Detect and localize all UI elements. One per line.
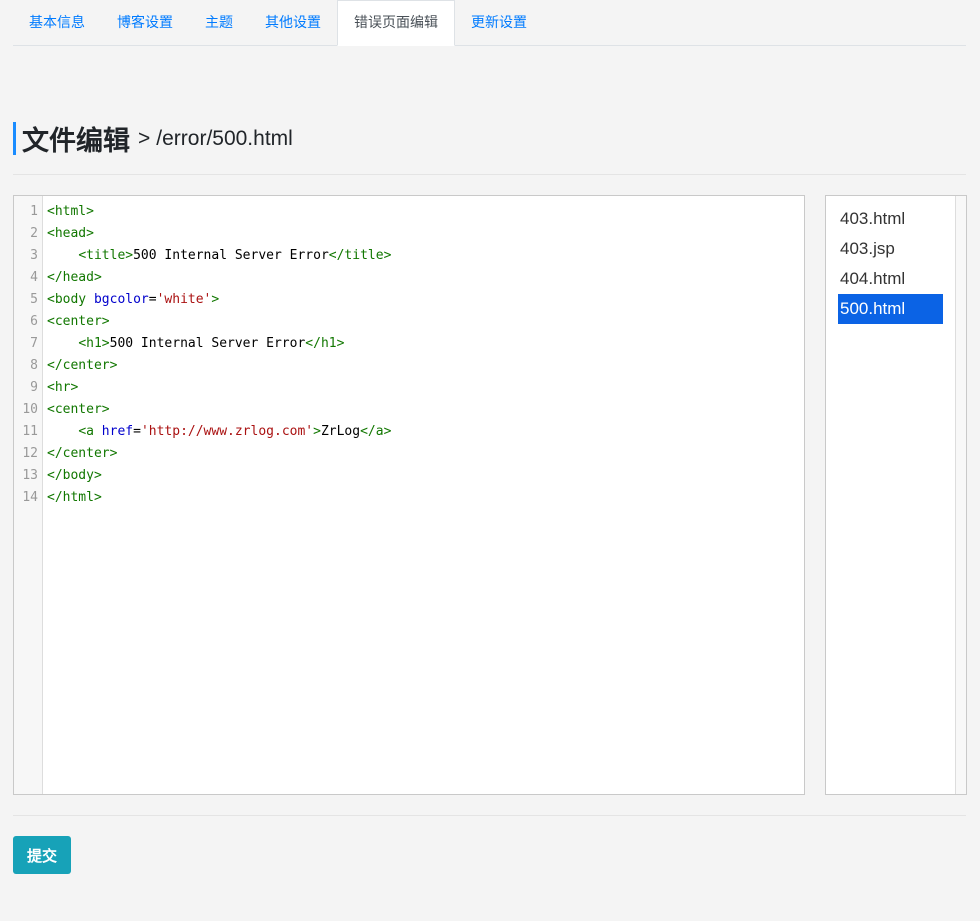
line-number: 5 (30, 292, 38, 307)
tab-theme[interactable]: 主题 (189, 1, 249, 45)
code-token: href (101, 424, 134, 439)
line-number: 2 (30, 226, 38, 241)
divider (13, 174, 966, 175)
line-number: 10 (22, 402, 38, 417)
file-item[interactable]: 403.jsp (838, 234, 943, 264)
code-token: bgcolor (93, 292, 149, 307)
code-token: </head> (47, 270, 102, 285)
code-line: </head> (47, 267, 804, 289)
file-item[interactable]: 403.html (838, 204, 943, 234)
code-token: </title> (328, 248, 392, 263)
path-separator: > (138, 126, 151, 150)
tab-blog-settings[interactable]: 博客设置 (101, 1, 189, 45)
tab-other-settings[interactable]: 其他设置 (249, 1, 337, 45)
code-line: <a href='http://www.zrlog.com'>ZrLog</a> (47, 421, 804, 443)
line-number: 7 (30, 336, 38, 351)
code-token: > (313, 424, 321, 439)
line-number: 6 (30, 314, 38, 329)
line-number: 13 (22, 468, 38, 483)
line-number: 1 (30, 204, 38, 219)
code-line: </center> (47, 355, 804, 377)
code-token: <head> (47, 226, 94, 241)
code-token: </html> (47, 490, 102, 505)
code-line: </body> (47, 465, 804, 487)
code-token: </h1> (305, 336, 345, 351)
code-area[interactable]: <html> <head> <title>500 Internal Server … (43, 196, 804, 794)
code-line: </html> (47, 487, 804, 509)
page-title: 文件编辑 > /error/500.html (13, 122, 293, 157)
code-token: 500 Internal Server Error (133, 248, 329, 263)
line-number: 3 (30, 248, 38, 263)
code-token: <a (78, 424, 102, 439)
code-line: <center> (47, 311, 804, 333)
divider (13, 815, 966, 816)
code-token: <h1> (78, 336, 110, 351)
file-list-scrollbar[interactable] (955, 196, 966, 794)
file-list: 403.html 403.jsp 404.html 500.html (825, 195, 967, 795)
code-token: </body> (47, 468, 102, 483)
code-token: <html> (47, 204, 94, 219)
file-path: /error/500.html (156, 126, 293, 150)
code-line: <h1>500 Internal Server Error</h1> (47, 333, 804, 355)
tab-basic-info[interactable]: 基本信息 (13, 1, 101, 45)
page-title-text: 文件编辑 (22, 126, 130, 157)
code-token: <title> (78, 248, 134, 263)
page: 基本信息 博客设置 主题 其他设置 错误页面编辑 更新设置 文件编辑 > /er… (0, 0, 980, 921)
code-token: > (211, 292, 220, 307)
code-token: </a> (360, 424, 392, 439)
code-line: <hr> (47, 377, 804, 399)
code-line: <title>500 Internal Server Error</title> (47, 245, 804, 267)
code-token: <hr> (47, 380, 79, 395)
code-line: <head> (47, 223, 804, 245)
file-item[interactable]: 500.html (838, 294, 943, 324)
code-token: = (148, 292, 157, 307)
code-token: <body (47, 292, 94, 307)
code-line: </center> (47, 443, 804, 465)
line-number: 8 (30, 358, 38, 373)
tab-bar: 基本信息 博客设置 主题 其他设置 错误页面编辑 更新设置 (13, 0, 966, 46)
code-editor[interactable]: 1 2 3 4 5 6 7 8 9 10 11 12 13 14 <html> <head> <title>… (13, 195, 805, 795)
code-token: <center> (47, 314, 110, 329)
tab-update-settings[interactable]: 更新设置 (455, 1, 543, 45)
code-line: <body bgcolor='white'> (47, 289, 804, 311)
code-token: </center> (47, 358, 118, 373)
line-number: 9 (30, 380, 38, 395)
line-number: 4 (30, 270, 38, 285)
line-number: 14 (22, 490, 38, 505)
submit-button[interactable]: 提交 (13, 836, 71, 874)
code-token: ZrLog (320, 424, 361, 439)
line-number-gutter: 1 2 3 4 5 6 7 8 9 10 11 12 13 14 (14, 196, 43, 794)
code-token: 500 Internal Server Error (109, 336, 306, 351)
code-token: 'http://www.zrlog.com' (140, 424, 314, 439)
code-token: 'white' (156, 292, 212, 307)
code-token: <center> (47, 402, 110, 417)
code-token: = (133, 424, 141, 439)
code-token: </center> (47, 446, 118, 461)
code-line: <center> (47, 399, 804, 421)
file-item[interactable]: 404.html (838, 264, 943, 294)
line-number: 12 (22, 446, 38, 461)
tab-error-page-edit[interactable]: 错误页面编辑 (337, 0, 455, 46)
line-number: 11 (22, 424, 38, 439)
code-line: <html> (47, 201, 804, 223)
